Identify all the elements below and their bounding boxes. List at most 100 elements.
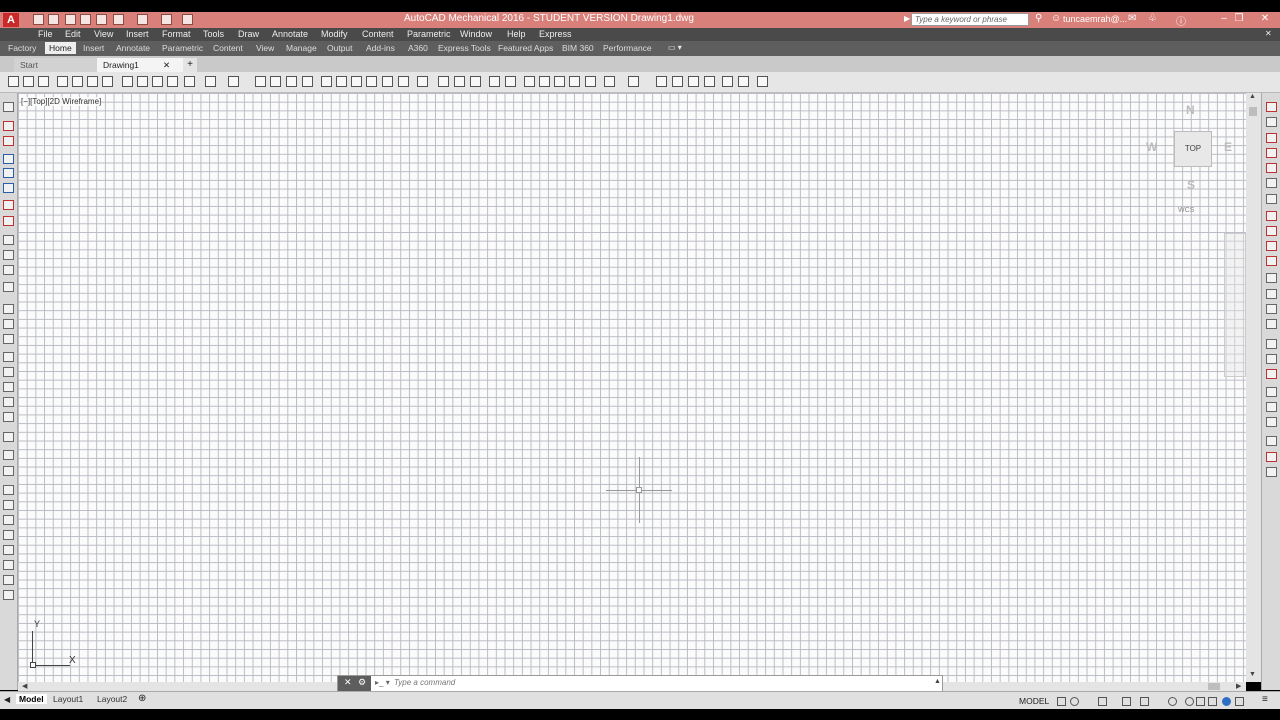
redo-icon[interactable]	[628, 76, 639, 87]
ribbon-tab-output[interactable]: Output	[327, 43, 353, 53]
add-selected-icon[interactable]	[3, 412, 14, 422]
aligned-dimension-icon[interactable]	[3, 545, 14, 555]
ribbon-tab-express-tools[interactable]: Express Tools	[438, 43, 491, 53]
explode-icon[interactable]	[1266, 339, 1277, 349]
a360-icon[interactable]: ♧	[1148, 13, 1157, 24]
ribbon-tab-home[interactable]: Home	[45, 42, 76, 54]
attribute-edit-icon[interactable]	[1266, 402, 1277, 412]
compass-west[interactable]: W	[1146, 140, 1157, 154]
menu-window[interactable]: Window	[460, 29, 492, 39]
close-icon[interactable]: ✕	[344, 677, 352, 688]
menu-express[interactable]: Express	[539, 29, 572, 39]
gradient-icon[interactable]	[3, 352, 14, 362]
menu-format[interactable]: Format	[162, 29, 191, 39]
paste-icon[interactable]	[554, 76, 565, 87]
add-icon[interactable]	[1196, 697, 1205, 706]
help-icon[interactable]: ⓘ	[1176, 13, 1186, 28]
zoom-previous-icon[interactable]	[302, 76, 313, 87]
polar-icon[interactable]	[1122, 697, 1131, 706]
polyline-edit-icon[interactable]	[1266, 354, 1277, 364]
app-logo-icon[interactable]: A	[3, 13, 19, 27]
tab-close-icon[interactable]: ✕	[163, 58, 170, 72]
sheet-set-icon[interactable]	[366, 76, 377, 87]
search-input[interactable]: Type a keyword or phrase	[911, 13, 1029, 26]
command-history-icon[interactable]: ▸_ ▾	[375, 678, 390, 687]
table-icon[interactable]	[3, 382, 14, 392]
leader-icon[interactable]	[3, 450, 14, 460]
save-as-icon[interactable]	[80, 14, 91, 25]
wcs-menu[interactable]: WCS	[1178, 207, 1194, 214]
multiline-text-icon[interactable]	[3, 397, 14, 407]
isolate-objects-icon[interactable]	[1208, 697, 1217, 706]
pan-icon[interactable]	[656, 76, 667, 87]
block-editor-icon[interactable]	[585, 76, 596, 87]
quickcalc-icon[interactable]	[398, 76, 409, 87]
arc-icon[interactable]	[3, 200, 14, 210]
drawing-canvas[interactable]: [−][Top][2D Wireframe] N W TOP E S WCS X…	[18, 93, 1246, 682]
ribbon-tab-bim360[interactable]: BIM 360	[562, 43, 594, 53]
horizontal-scroll-thumb[interactable]	[1208, 683, 1220, 690]
markup-icon[interactable]	[382, 76, 393, 87]
zoom-window-icon[interactable]	[286, 76, 297, 87]
block-editor-icon[interactable]	[184, 76, 195, 87]
tool-palettes-icon[interactable]	[351, 76, 362, 87]
ortho-icon[interactable]	[1098, 697, 1107, 706]
open-icon[interactable]	[23, 76, 34, 87]
region-icon[interactable]	[3, 367, 14, 377]
linear-dimension-icon[interactable]	[3, 530, 14, 540]
properties-icon[interactable]	[321, 76, 332, 87]
radius-dimension-icon[interactable]	[3, 560, 14, 570]
command-expand-icon[interactable]: ▲	[934, 678, 941, 685]
clean-screen-icon[interactable]	[1235, 697, 1244, 706]
rotate-icon[interactable]	[1266, 194, 1277, 204]
join-icon[interactable]	[1266, 289, 1277, 299]
plot-icon[interactable]	[489, 76, 500, 87]
ribbon-tab-view[interactable]: View	[256, 43, 274, 53]
ribbon-tab-featured-apps[interactable]: Featured Apps	[498, 43, 553, 53]
box-icon[interactable]	[3, 183, 14, 193]
viewport-controls[interactable]: [−][Top][2D Wireframe]	[21, 97, 102, 106]
snap-icon[interactable]	[1070, 697, 1079, 706]
new-icon[interactable]	[8, 76, 19, 87]
center-mark-icon[interactable]	[3, 485, 14, 495]
angular-dimension-icon[interactable]	[3, 590, 14, 600]
publish-icon[interactable]	[87, 76, 98, 87]
restore-icon[interactable]: ❐	[1230, 13, 1248, 24]
ribbon-tab-parametric[interactable]: Parametric	[162, 43, 203, 53]
open-icon[interactable]	[48, 14, 59, 25]
menu-file[interactable]: File	[38, 29, 53, 39]
menu-draw[interactable]: Draw	[238, 29, 259, 39]
annotation-scale-icon[interactable]	[1168, 697, 1177, 706]
hatch-icon[interactable]	[3, 265, 14, 275]
offset-icon[interactable]	[1266, 148, 1277, 158]
make-block-icon[interactable]	[3, 319, 14, 329]
xline-icon[interactable]	[3, 136, 14, 146]
save-icon[interactable]	[38, 76, 49, 87]
align-icon[interactable]	[1266, 452, 1277, 462]
pan-icon[interactable]	[255, 76, 266, 87]
point-icon[interactable]	[3, 334, 14, 344]
measure-icon[interactable]	[1266, 467, 1277, 477]
zoom-realtime-icon[interactable]	[672, 76, 683, 87]
stretch-icon[interactable]	[1266, 226, 1277, 236]
ribbon-tab-factory[interactable]: Factory	[8, 43, 36, 53]
osnap-icon[interactable]	[1140, 697, 1149, 706]
compass-north[interactable]: N	[1186, 103, 1195, 117]
undo-icon[interactable]	[205, 76, 216, 87]
layout-prev-icon[interactable]: ◀	[4, 695, 10, 704]
workspace-icon[interactable]	[161, 14, 172, 25]
menu-modify[interactable]: Modify	[321, 29, 348, 39]
move-icon[interactable]	[1266, 178, 1277, 188]
plot-preview-icon[interactable]	[72, 76, 83, 87]
hardware-acceleration-icon[interactable]	[1222, 697, 1231, 706]
array-icon[interactable]	[1266, 163, 1277, 173]
spline-edit-icon[interactable]	[1266, 369, 1277, 379]
tab-layout2[interactable]: Layout2	[97, 694, 127, 704]
dimension-edit-icon[interactable]	[3, 500, 14, 510]
help-icon[interactable]	[417, 76, 428, 87]
zoom-previous-icon[interactable]	[704, 76, 715, 87]
tab-layout1[interactable]: Layout1	[53, 694, 83, 704]
plot-icon[interactable]	[57, 76, 68, 87]
compass-east[interactable]: E	[1224, 140, 1232, 154]
zoom-realtime-icon[interactable]	[270, 76, 281, 87]
